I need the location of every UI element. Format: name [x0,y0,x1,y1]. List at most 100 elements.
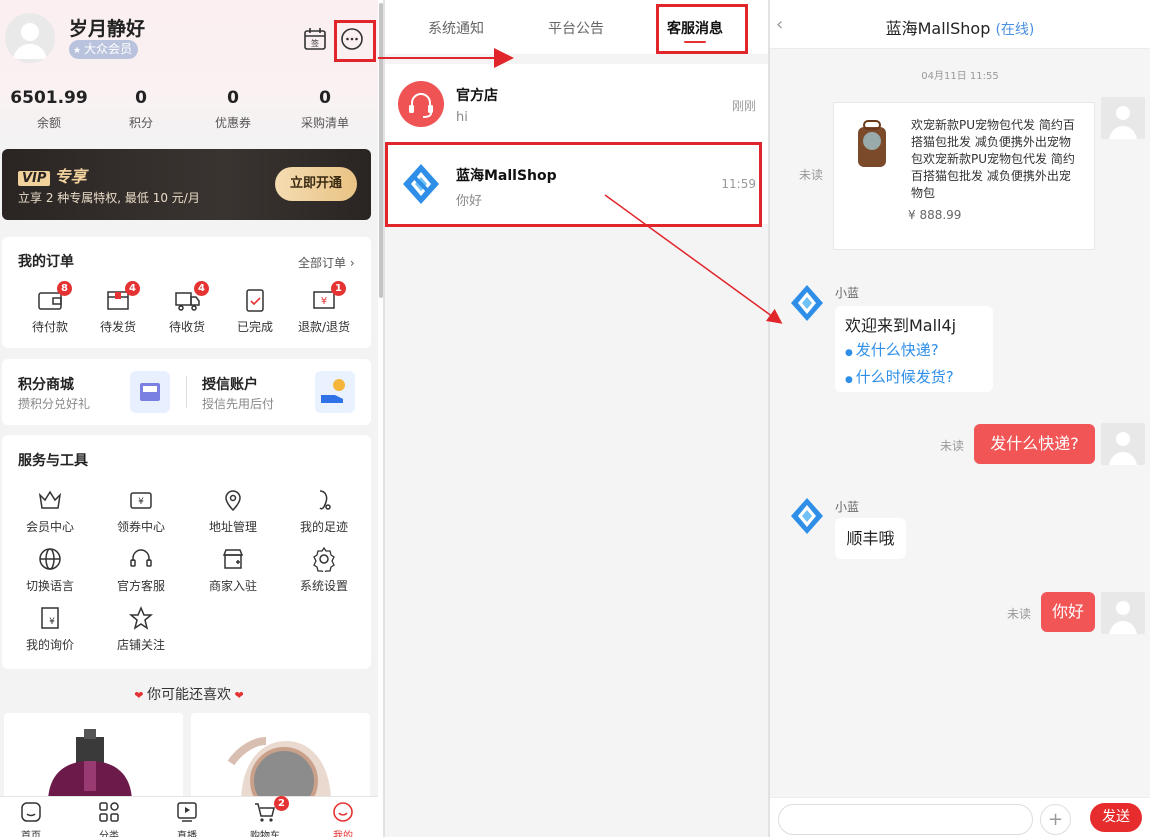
faq-link[interactable]: ● 什么时候发货? [845,365,983,392]
star-icon [128,605,154,631]
calendar-signin-icon[interactable]: 签 [302,26,330,54]
order-pending-shipment[interactable]: 4 待发货 [88,281,148,335]
vip-logo: VIP [18,171,51,186]
product-card-message[interactable]: 欢宠新款PU宠物包代发 简约百搭猫包批发 减负便携外出宠物包欢宠新款PU宠物包代… [833,102,1095,250]
user-avatar [1101,592,1145,634]
svg-text:¥: ¥ [49,617,55,627]
read-status: 未读 [940,439,965,453]
bot-avatar-icon [787,283,827,323]
tab-profile[interactable]: 我的 [323,800,363,837]
tab-live[interactable]: 直播 [167,800,207,837]
stat-coupons[interactable]: 0 优惠券 [188,88,278,131]
recommend-title: 你可能还喜欢 [147,687,231,703]
service-label: 切换语言 [25,579,74,593]
tab-category[interactable]: 分类 [89,800,129,837]
tab-home[interactable]: 首页 [11,800,51,837]
chat-title: 蓝海MallShop (在线) [770,15,1150,39]
service-footprint[interactable]: 我的足迹 [289,487,359,535]
service-label: 商家入驻 [208,579,257,593]
bot-name: 小蓝 [835,500,860,514]
vip-title-text: 专享 [54,167,87,186]
heart-icon: ❤ [231,689,244,702]
order-label: 退款/退货 [297,320,351,334]
tab-label: 分类 [99,831,119,837]
order-refund[interactable]: ¥1 退款/退货 [294,281,354,335]
all-orders-link[interactable]: 全部订单 › [298,254,355,271]
service-address[interactable]: 地址管理 [198,487,268,535]
orders-card: 我的订单 全部订单 › 8 待付款 4 待发货 4 待收货 已完成 ¥1 退款/… [2,237,371,348]
welcome-text: 欢迎来到Mall4j [845,316,957,335]
credit-account-entry[interactable]: 授信账户 授信先用后付 [187,359,371,425]
conversation-time: 刚刚 [731,99,756,113]
live-icon [175,800,199,824]
highlight-box [656,4,748,54]
vip-subtitle: 立享 2 种专属特权, 最低 10 元/月 [18,191,200,205]
user-message-bubble: 你好 [1041,592,1095,632]
messages-panel: 系统通知 平台公告 客服消息 官方店 hi 刚刚 蓝海MallShop 你好 1… [385,0,768,837]
highlight-box [385,142,762,227]
service-coupon-center[interactable]: ¥ 领券中心 [106,487,176,535]
badge-count: 8 [57,281,72,296]
tab-platform-announcement[interactable]: 平台公告 [548,18,604,38]
service-switch-language[interactable]: 切换语言 [15,546,85,594]
tab-cart[interactable]: 2 购物车 [245,796,289,837]
service-merchant-join[interactable]: 商家入驻 [198,546,268,594]
package-icon: 4 [104,281,140,313]
stat-label: 优惠券 [214,116,251,130]
bot-name: 小蓝 [835,286,860,300]
message-icon[interactable] [334,20,376,62]
add-attachment-button[interactable]: + [1040,804,1071,835]
service-settings[interactable]: 系统设置 [289,546,359,594]
stat-label: 采购清单 [300,116,349,130]
profile-icon [331,800,355,824]
stat-purchase-list[interactable]: 0 采购清单 [280,88,370,131]
heart-icon: ❤ [134,689,147,702]
vip-banner[interactable]: VIP 专享 立享 2 种专属特权, 最低 10 元/月 立即开通 [2,149,371,220]
user-avatar [1101,423,1145,465]
stat-points[interactable]: 0 积分 [96,88,186,131]
category-icon [97,800,121,824]
all-orders-label: 全部订单 [298,256,347,270]
message-tabs: 系统通知 平台公告 客服消息 [385,0,768,54]
faq-link[interactable]: ● 发什么快递? [845,338,983,365]
chat-panel: ‹ 蓝海MallShop (在线) 04月11日 11:55 未读 欢宠新款PU… [770,0,1150,837]
service-shop-follow[interactable]: 店铺关注 [106,605,176,653]
gift-box-icon [130,371,170,413]
message-input[interactable] [778,804,1033,835]
stat-label: 余额 [36,116,61,130]
member-badge[interactable]: ★ 大众会员 [69,40,139,59]
service-label: 会员中心 [25,520,74,534]
order-label: 待付款 [31,320,68,334]
clipboard-check-icon [241,287,269,313]
service-member-center[interactable]: 会员中心 [15,487,85,535]
service-official-support[interactable]: 官方客服 [106,546,176,594]
order-pending-payment[interactable]: 8 待付款 [20,281,80,335]
read-status: 未读 [1007,607,1032,621]
order-pending-receipt[interactable]: 4 待收货 [157,281,217,335]
recommend-product-pet-bag[interactable] [191,713,370,803]
avatar[interactable] [5,13,55,63]
credit-account-subtitle: 授信先用后付 [202,397,275,411]
conversation-item[interactable]: 官方店 hi 刚刚 [385,64,768,144]
product-description: 欢宠新款PU宠物包代发 简约百搭猫包批发 减负便携外出宠物包欢宠新款PU宠物包代… [911,118,1075,200]
service-label: 领券中心 [116,520,165,534]
gear-icon [311,546,337,572]
product-thumbnail [848,119,896,171]
service-inquiry[interactable]: ¥ 我的询价 [15,605,85,653]
chat-header: ‹ 蓝海MallShop (在线) [770,0,1150,49]
tab-label: 购物车 [250,831,280,837]
profile-panel: 岁月静好 ★ 大众会员 签 6501.99 余额 0 积分 0 优惠券 0 采购清单 VI… [0,0,378,837]
vip-open-button[interactable]: 立即开通 [275,167,357,201]
stat-balance[interactable]: 6501.99 余额 [4,88,94,131]
points-mall-entry[interactable]: 积分商城 攒积分兑好礼 [2,359,186,425]
tab-system-notice[interactable]: 系统通知 [428,18,484,38]
tab-label: 首页 [21,831,41,837]
home-icon [19,800,43,824]
read-status: 未读 [799,168,824,182]
recommend-product-perfume[interactable] [4,713,183,803]
services-card: 服务与工具 会员中心 ¥ 领券中心 地址管理 我的足迹 切换语言 官方客服 商家入… [2,435,371,669]
faq-text: 什么时候发货? [855,368,954,386]
service-label: 我的足迹 [299,520,348,534]
send-button[interactable]: 发送 [1090,803,1142,832]
order-completed[interactable]: 已完成 [225,287,285,335]
